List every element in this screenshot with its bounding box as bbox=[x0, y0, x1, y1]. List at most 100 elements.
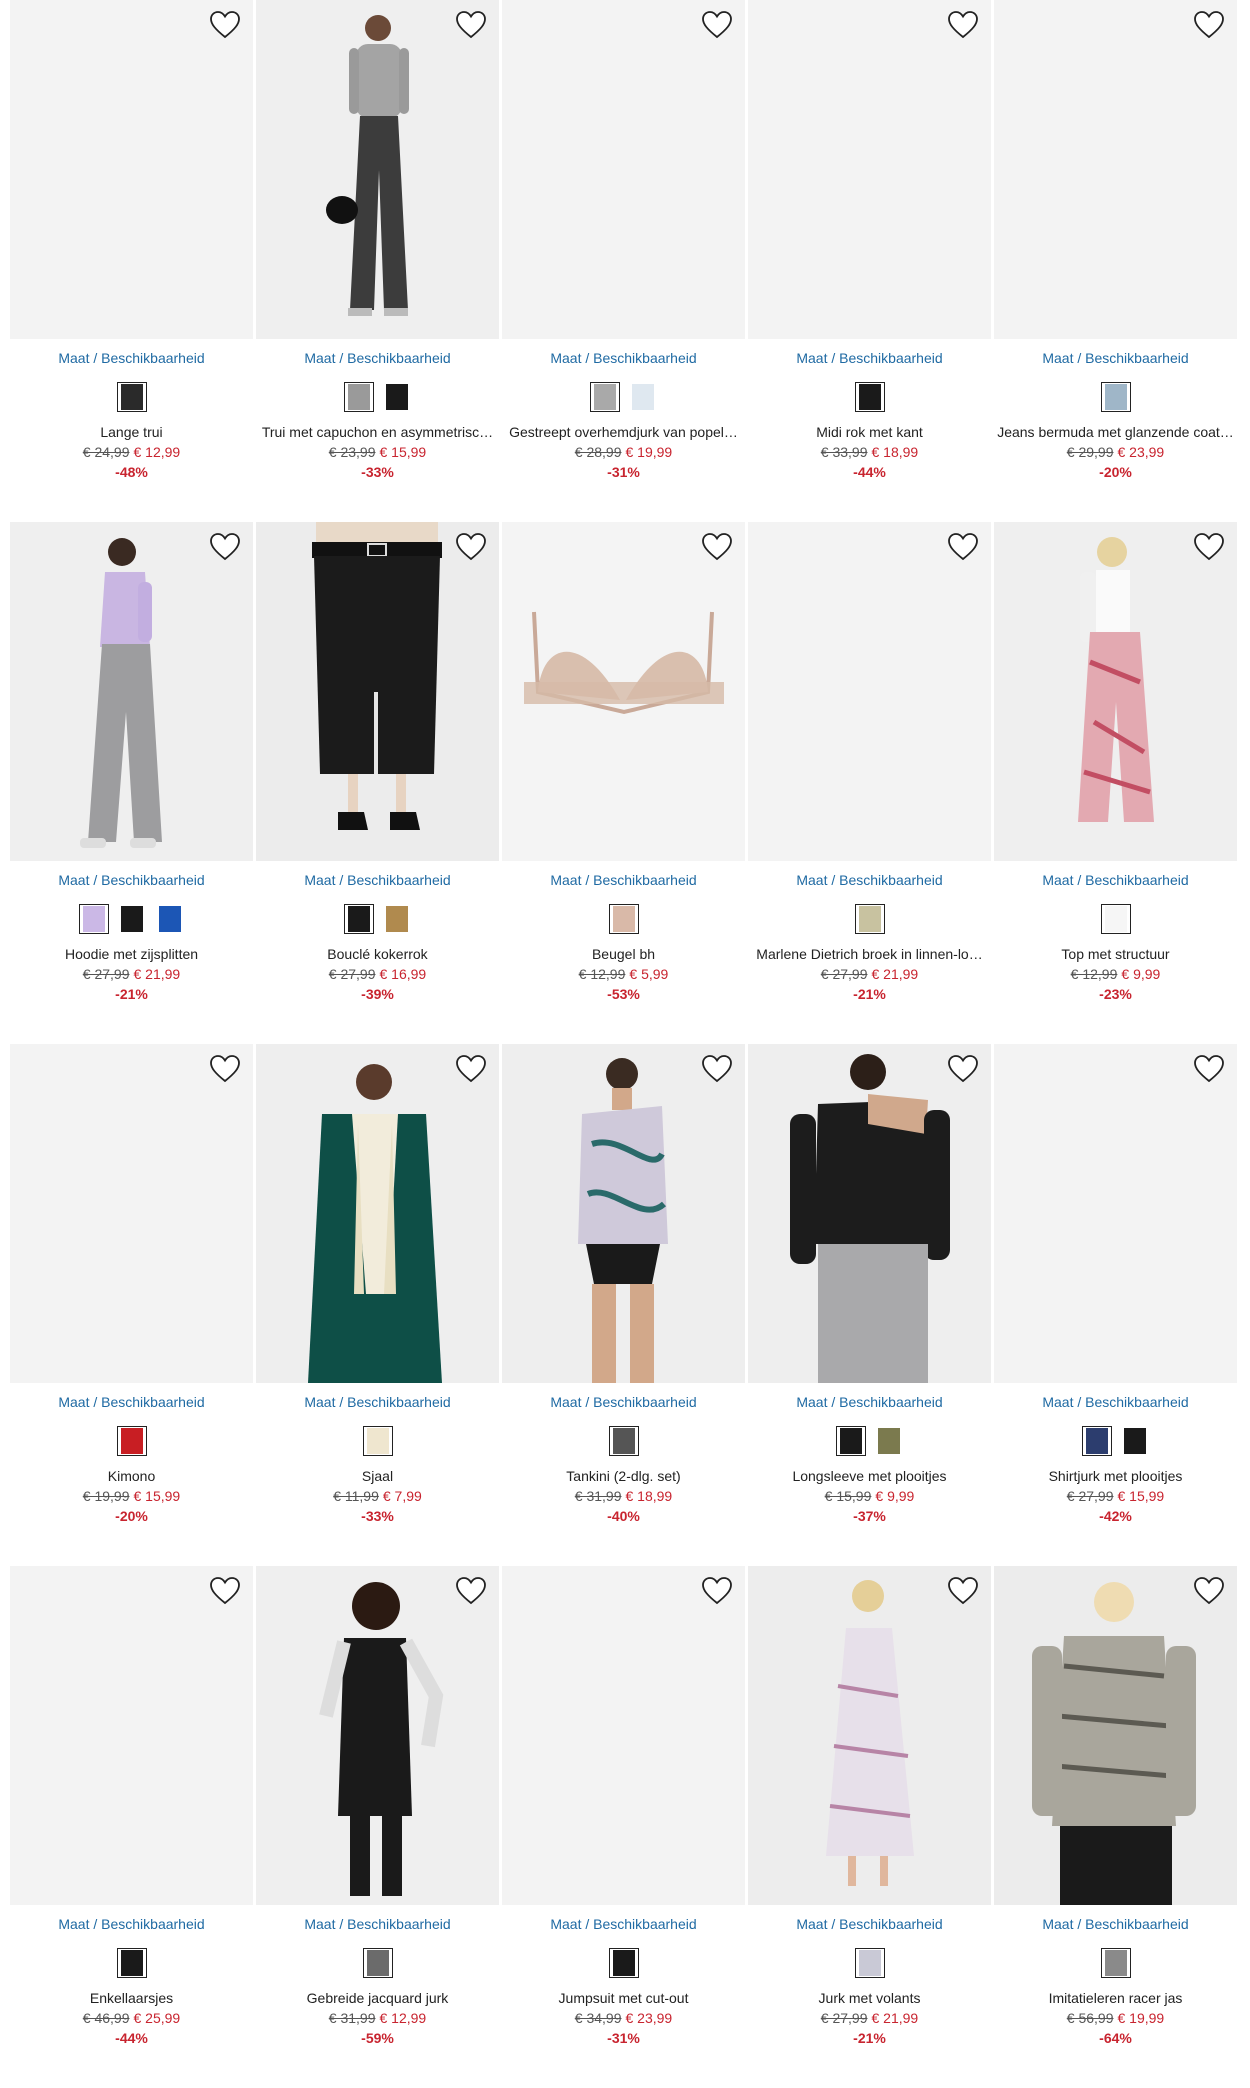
product-name[interactable]: Jeans bermuda met glanzende coat… bbox=[994, 424, 1237, 440]
size-availability-link[interactable]: Maat / Beschikbaarheid bbox=[256, 1394, 499, 1410]
product-card[interactable]: Maat / Beschikbaarheid Longsleeve met plo… bbox=[748, 1044, 991, 1566]
product-card[interactable]: Maat / Beschikbaarheid Trui met capuchon … bbox=[256, 0, 499, 522]
product-image[interactable] bbox=[994, 1566, 1237, 1905]
product-image[interactable] bbox=[502, 1566, 745, 1905]
wishlist-heart-icon[interactable] bbox=[1193, 1576, 1225, 1606]
product-card[interactable]: Maat / Beschikbaarheid Jeans bermuda met … bbox=[994, 0, 1237, 522]
wishlist-heart-icon[interactable] bbox=[1193, 10, 1225, 40]
product-card[interactable]: Maat / Beschikbaarheid Kimono € 19,99 € 15,… bbox=[10, 1044, 253, 1566]
product-card[interactable]: Maat / Beschikbaarheid Enkellaarsjes € 46,… bbox=[10, 1566, 253, 2088]
color-swatch[interactable] bbox=[589, 382, 620, 412]
color-swatch[interactable] bbox=[854, 1948, 885, 1978]
color-swatch[interactable] bbox=[343, 904, 374, 934]
size-availability-link[interactable]: Maat / Beschikbaarheid bbox=[994, 350, 1237, 366]
size-availability-link[interactable]: Maat / Beschikbaarheid bbox=[994, 1916, 1237, 1932]
product-name[interactable]: Lange trui bbox=[10, 424, 253, 440]
product-name[interactable]: Trui met capuchon en asymmetrisc… bbox=[256, 424, 499, 440]
wishlist-heart-icon[interactable] bbox=[701, 1576, 733, 1606]
color-swatch[interactable] bbox=[1100, 1948, 1131, 1978]
size-availability-link[interactable]: Maat / Beschikbaarheid bbox=[10, 350, 253, 366]
product-name[interactable]: Marlene Dietrich broek in linnen-lo… bbox=[748, 946, 991, 962]
product-name[interactable]: Bouclé kokerrok bbox=[256, 946, 499, 962]
product-card[interactable]: Maat / Beschikbaarheid Gebreide jacquard … bbox=[256, 1566, 499, 2088]
size-availability-link[interactable]: Maat / Beschikbaarheid bbox=[748, 350, 991, 366]
size-availability-link[interactable]: Maat / Beschikbaarheid bbox=[10, 1916, 253, 1932]
product-card[interactable]: Maat / Beschikbaarheid Beugel bh € 12,99 € … bbox=[502, 522, 745, 1044]
color-swatch[interactable] bbox=[628, 382, 658, 412]
wishlist-heart-icon[interactable] bbox=[947, 1054, 979, 1084]
product-image[interactable] bbox=[10, 522, 253, 861]
wishlist-heart-icon[interactable] bbox=[701, 532, 733, 562]
product-image[interactable] bbox=[748, 0, 991, 339]
product-name[interactable]: Jurk met volants bbox=[748, 1990, 991, 2006]
color-swatch[interactable] bbox=[1081, 1426, 1112, 1456]
product-card[interactable]: Maat / Beschikbaarheid Jurk met volants € … bbox=[748, 1566, 991, 2088]
product-name[interactable]: Midi rok met kant bbox=[748, 424, 991, 440]
size-availability-link[interactable]: Maat / Beschikbaarheid bbox=[502, 872, 745, 888]
wishlist-heart-icon[interactable] bbox=[455, 1576, 487, 1606]
product-name[interactable]: Top met structuur bbox=[994, 946, 1237, 962]
product-image[interactable] bbox=[256, 1044, 499, 1383]
size-availability-link[interactable]: Maat / Beschikbaarheid bbox=[748, 1916, 991, 1932]
color-swatch[interactable] bbox=[155, 904, 185, 934]
product-card[interactable]: Maat / Beschikbaarheid Gestreept overhemd… bbox=[502, 0, 745, 522]
product-name[interactable]: Tankini (2-dlg. set) bbox=[502, 1468, 745, 1484]
color-swatch[interactable] bbox=[1120, 1426, 1150, 1456]
size-availability-link[interactable]: Maat / Beschikbaarheid bbox=[994, 872, 1237, 888]
color-swatch[interactable] bbox=[117, 904, 147, 934]
product-name[interactable]: Sjaal bbox=[256, 1468, 499, 1484]
size-availability-link[interactable]: Maat / Beschikbaarheid bbox=[256, 1916, 499, 1932]
wishlist-heart-icon[interactable] bbox=[455, 1054, 487, 1084]
color-swatch[interactable] bbox=[116, 382, 147, 412]
wishlist-heart-icon[interactable] bbox=[701, 1054, 733, 1084]
product-name[interactable]: Beugel bh bbox=[502, 946, 745, 962]
wishlist-heart-icon[interactable] bbox=[947, 532, 979, 562]
color-swatch[interactable] bbox=[608, 904, 639, 934]
product-card[interactable]: Maat / Beschikbaarheid Shirtjurk met ploo… bbox=[994, 1044, 1237, 1566]
size-availability-link[interactable]: Maat / Beschikbaarheid bbox=[994, 1394, 1237, 1410]
color-swatch[interactable] bbox=[835, 1426, 866, 1456]
product-card[interactable]: Maat / Beschikbaarheid Midi rok met kant €… bbox=[748, 0, 991, 522]
color-swatch[interactable] bbox=[608, 1948, 639, 1978]
product-name[interactable]: Jumpsuit met cut-out bbox=[502, 1990, 745, 2006]
product-card[interactable]: Maat / Beschikbaarheid Imitatieleren race… bbox=[994, 1566, 1237, 2088]
product-image[interactable] bbox=[256, 0, 499, 339]
product-image[interactable] bbox=[748, 1566, 991, 1905]
color-swatch[interactable] bbox=[854, 382, 885, 412]
size-availability-link[interactable]: Maat / Beschikbaarheid bbox=[502, 350, 745, 366]
product-image[interactable] bbox=[994, 522, 1237, 861]
product-image[interactable] bbox=[994, 0, 1237, 339]
color-swatch[interactable] bbox=[362, 1948, 393, 1978]
color-swatch[interactable] bbox=[608, 1426, 639, 1456]
size-availability-link[interactable]: Maat / Beschikbaarheid bbox=[256, 350, 499, 366]
product-image[interactable] bbox=[256, 522, 499, 861]
color-swatch[interactable] bbox=[78, 904, 109, 934]
color-swatch[interactable] bbox=[343, 382, 374, 412]
product-card[interactable]: Maat / Beschikbaarheid Top met structuur €… bbox=[994, 522, 1237, 1044]
wishlist-heart-icon[interactable] bbox=[209, 10, 241, 40]
product-image[interactable] bbox=[502, 1044, 745, 1383]
color-swatch[interactable] bbox=[382, 904, 412, 934]
color-swatch[interactable] bbox=[362, 1426, 393, 1456]
product-name[interactable]: Kimono bbox=[10, 1468, 253, 1484]
wishlist-heart-icon[interactable] bbox=[947, 1576, 979, 1606]
product-image[interactable] bbox=[256, 1566, 499, 1905]
size-availability-link[interactable]: Maat / Beschikbaarheid bbox=[10, 872, 253, 888]
wishlist-heart-icon[interactable] bbox=[455, 532, 487, 562]
product-image[interactable] bbox=[10, 1566, 253, 1905]
product-card[interactable]: Maat / Beschikbaarheid Tankini (2-dlg. se… bbox=[502, 1044, 745, 1566]
color-swatch[interactable] bbox=[116, 1948, 147, 1978]
size-availability-link[interactable]: Maat / Beschikbaarheid bbox=[502, 1394, 745, 1410]
product-card[interactable]: Maat / Beschikbaarheid Sjaal € 11,99 € 7,99… bbox=[256, 1044, 499, 1566]
product-image[interactable] bbox=[748, 1044, 991, 1383]
wishlist-heart-icon[interactable] bbox=[1193, 1054, 1225, 1084]
product-name[interactable]: Gebreide jacquard jurk bbox=[256, 1990, 499, 2006]
wishlist-heart-icon[interactable] bbox=[455, 10, 487, 40]
product-card[interactable]: Maat / Beschikbaarheid Bouclé kokerrok € 2… bbox=[256, 522, 499, 1044]
wishlist-heart-icon[interactable] bbox=[701, 10, 733, 40]
product-image[interactable] bbox=[748, 522, 991, 861]
product-name[interactable]: Imitatieleren racer jas bbox=[994, 1990, 1237, 2006]
size-availability-link[interactable]: Maat / Beschikbaarheid bbox=[502, 1916, 745, 1932]
product-image[interactable] bbox=[10, 0, 253, 339]
product-image[interactable] bbox=[502, 0, 745, 339]
